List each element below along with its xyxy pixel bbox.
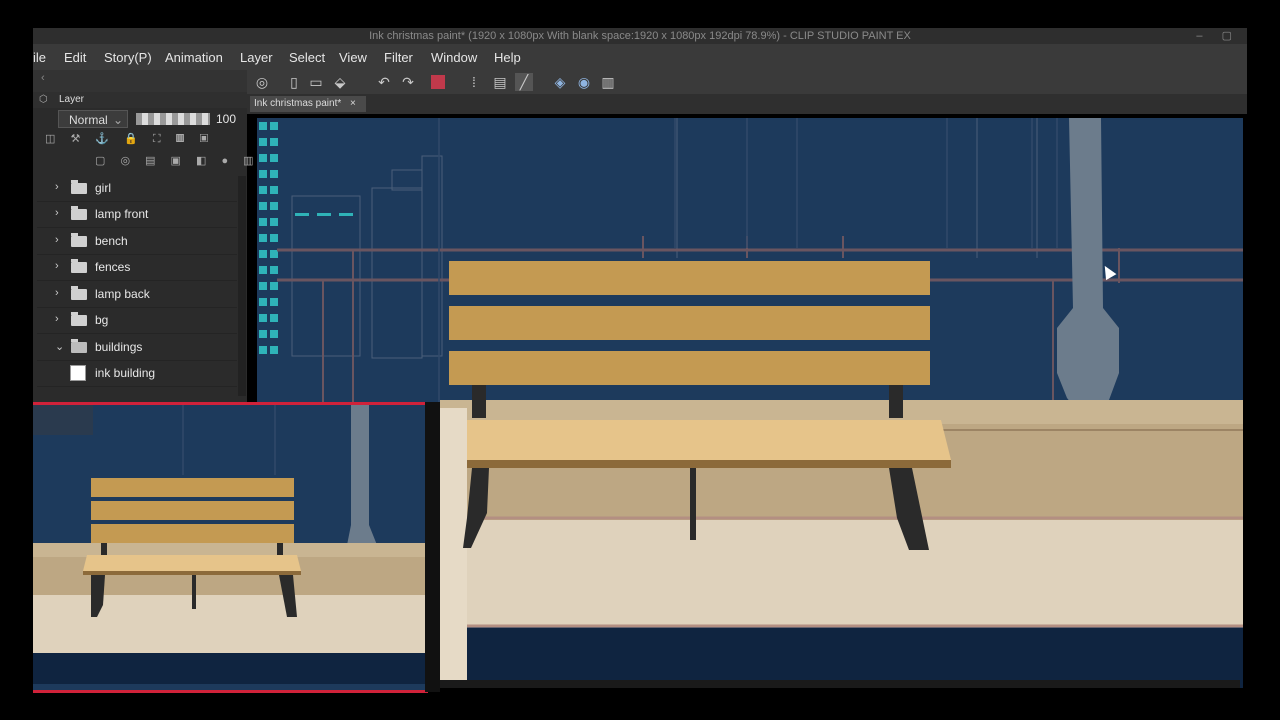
building-windows: [259, 122, 353, 354]
reference-preview-inset: [33, 402, 428, 693]
reference-icon[interactable]: ◉: [575, 73, 593, 91]
layer-row-buildings[interactable]: ⌄ buildings: [37, 334, 237, 361]
water: [467, 628, 1243, 688]
layer-thumbnail: [70, 365, 86, 381]
layer-property-icon[interactable]: ▤: [491, 73, 509, 91]
menu-select[interactable]: Select: [289, 50, 325, 65]
folder-icon: [71, 180, 87, 194]
blend-mode-value: Normal: [69, 113, 108, 127]
layer-row-lamp-front[interactable]: › lamp front: [37, 201, 237, 228]
opacity-slider[interactable]: [136, 113, 210, 125]
chevron-right-icon[interactable]: ›: [55, 313, 59, 325]
chevron-right-icon[interactable]: ›: [55, 260, 59, 272]
window-controls[interactable]: ‒ ▢: [1196, 29, 1240, 42]
menu-animation[interactable]: Animation: [165, 50, 223, 65]
menu-help[interactable]: Help: [494, 50, 521, 65]
chevron-down-icon[interactable]: ⌄: [55, 340, 64, 353]
folder-open-icon: [71, 339, 87, 353]
menu-edit[interactable]: Edit: [64, 50, 86, 65]
grid-icon[interactable]: ⁞: [465, 73, 483, 91]
stack-icon[interactable]: ◈: [551, 73, 569, 91]
document-tab-label: Ink christmas paint*: [254, 98, 342, 109]
canvas-status-bar: [440, 680, 1240, 688]
layer-row-lamp-back[interactable]: › lamp back: [37, 281, 237, 308]
folder-icon: [71, 206, 87, 220]
new-file-icon[interactable]: ▯: [285, 73, 303, 91]
layer-row-fences[interactable]: › fences: [37, 254, 237, 281]
menu-window[interactable]: Window: [431, 50, 477, 65]
window-title: Ink christmas paint* (1920 x 1080px With…: [33, 28, 1247, 44]
layer-scrollbar[interactable]: [238, 176, 246, 396]
inset-illustration: [33, 405, 428, 684]
color-swatch-icon[interactable]: [431, 75, 445, 89]
menu-filter[interactable]: Filter: [384, 50, 413, 65]
layer-name: lamp front: [95, 207, 149, 221]
layer-tool-row-1[interactable]: ◫ ⚒ ⚓ 🔒 ⛶ ▦ ▣: [45, 132, 245, 150]
inset-divider: [425, 402, 440, 692]
document-tab[interactable]: Ink christmas paint* ×: [250, 96, 366, 112]
save-icon[interactable]: ⬙: [331, 73, 349, 91]
document-tab-row: [247, 94, 1247, 114]
menu-bar: ile Edit Story(P) Animation Layer Select…: [33, 44, 1247, 70]
layer-name: bg: [95, 313, 109, 327]
open-file-icon[interactable]: ▭: [307, 73, 325, 91]
layer-name: bench: [95, 234, 128, 248]
folder-icon: [71, 312, 87, 326]
layer-icon: ⬡: [39, 94, 48, 105]
undo-icon[interactable]: ↶: [375, 73, 393, 91]
layer-row-bg[interactable]: › bg: [37, 307, 237, 334]
collapse-icon[interactable]: ‹: [41, 72, 45, 84]
layer-row-girl[interactable]: › girl: [37, 175, 237, 202]
command-bar: ◎ ▯ ▭ ⬙ ↶ ↷ ⁞ ▤ ╱ ◈ ◉ ▥: [247, 70, 1247, 94]
layer-name: buildings: [95, 340, 143, 354]
layer-name: fences: [95, 260, 131, 274]
folder-icon: [71, 259, 87, 273]
close-tab-icon[interactable]: ×: [350, 98, 356, 109]
chevron-right-icon[interactable]: ›: [55, 181, 59, 193]
layer-name: lamp back: [95, 287, 150, 301]
layer-row-ink-building[interactable]: ink building: [37, 360, 237, 387]
pen-icon[interactable]: ╱: [515, 73, 533, 91]
clip-icon[interactable]: ◎: [253, 73, 271, 91]
panel-icon[interactable]: ▥: [599, 73, 617, 91]
folder-icon: [71, 233, 87, 247]
panel-header-strip: ‹: [33, 70, 247, 92]
layer-row-bench[interactable]: › bench: [37, 228, 237, 255]
layer-panel-title: Layer: [59, 94, 85, 105]
blend-mode-select[interactable]: Normal ⌄: [58, 110, 128, 128]
menu-story[interactable]: Story(P): [104, 50, 152, 65]
menu-view[interactable]: View: [339, 50, 367, 65]
layer-name: girl: [95, 181, 112, 195]
chevron-right-icon[interactable]: ›: [55, 234, 59, 246]
redo-icon[interactable]: ↷: [399, 73, 417, 91]
opacity-value[interactable]: 100: [216, 112, 236, 126]
menu-file[interactable]: ile: [33, 50, 46, 65]
chevron-right-icon[interactable]: ›: [55, 207, 59, 219]
ground-front: [440, 520, 1243, 626]
layer-panel-header: ⬡ Layer: [33, 92, 247, 108]
chevron-down-icon: ⌄: [112, 113, 123, 127]
layer-name: ink building: [95, 366, 156, 380]
chevron-right-icon[interactable]: ›: [55, 287, 59, 299]
menu-layer[interactable]: Layer: [240, 50, 273, 65]
folder-icon: [71, 286, 87, 300]
